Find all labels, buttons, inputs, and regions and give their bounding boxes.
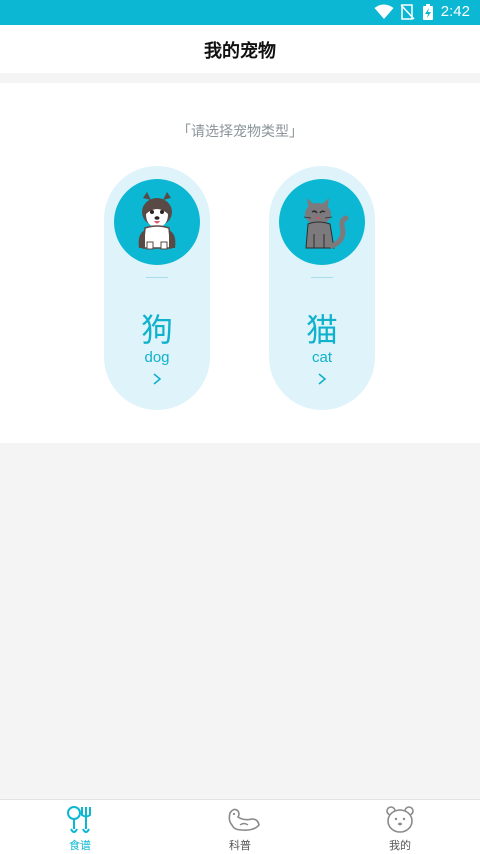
page-title: 我的宠物 xyxy=(204,41,276,62)
divider xyxy=(311,277,333,278)
bear-face-icon xyxy=(386,806,414,833)
status-bar: 2:42 xyxy=(0,0,480,25)
tab-mine[interactable]: 我的 xyxy=(340,800,460,854)
pet-name-en: cat xyxy=(311,349,332,366)
tab-recipes[interactable]: 食谱 xyxy=(20,800,140,854)
pet-type-panel: 「请选择宠物类型」 狗 dog 猫 cat xyxy=(0,83,480,443)
dog-lying-icon xyxy=(228,808,260,831)
tab-label: 科普 xyxy=(229,839,251,852)
recipe-icon xyxy=(67,806,91,833)
cat-icon xyxy=(303,198,349,249)
select-pet-prompt: 「请选择宠物类型」 xyxy=(177,124,303,140)
bottom-nav: 食谱 科普 我的 xyxy=(0,799,480,854)
no-signal-icon xyxy=(400,4,415,20)
divider xyxy=(146,277,168,278)
wifi-icon xyxy=(374,4,394,19)
pet-name-en: dog xyxy=(144,349,170,366)
dog-icon xyxy=(138,192,176,250)
chevron-right-icon xyxy=(153,373,162,385)
tab-label: 食谱 xyxy=(69,839,91,852)
pet-avatar-circle xyxy=(279,179,365,265)
pet-card-dog[interactable]: 狗 dog xyxy=(104,166,210,410)
tab-science[interactable]: 科普 xyxy=(180,800,300,854)
chevron-right-icon xyxy=(318,373,327,385)
pet-card-cat[interactable]: 猫 cat xyxy=(269,166,375,410)
pet-avatar-circle xyxy=(114,179,200,265)
app-header: 我的宠物 xyxy=(0,25,480,73)
tab-label: 我的 xyxy=(389,839,411,852)
pet-name-cn: 狗 xyxy=(140,311,173,349)
battery-charging-icon xyxy=(423,4,433,20)
status-time: 2:42 xyxy=(440,3,470,20)
pet-name-cn: 猫 xyxy=(305,311,338,349)
